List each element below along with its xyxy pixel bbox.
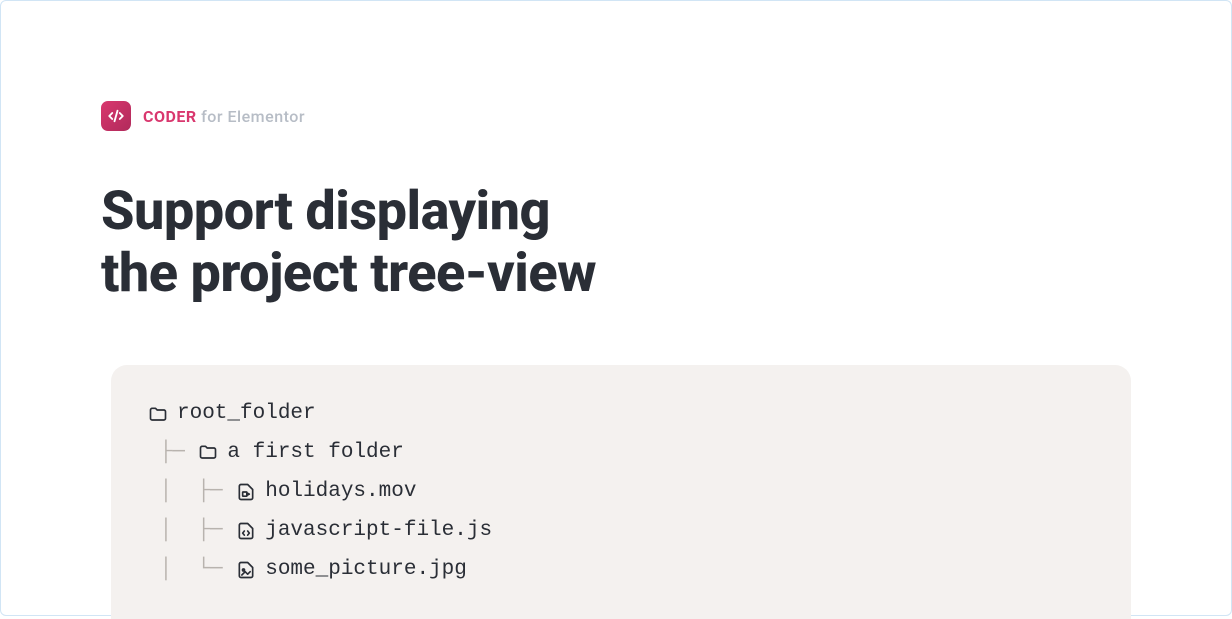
page-heading: Support displaying the project tree-view bbox=[101, 181, 1131, 305]
brand-text: CODER for Elementor bbox=[143, 107, 305, 126]
tree-root-label: root_folder bbox=[177, 395, 316, 434]
tree-branch-icon: │ ├─ bbox=[147, 473, 235, 512]
folder-icon bbox=[147, 405, 169, 425]
tree-view-panel: root_folder ├─ a first folder │ ├─ holid… bbox=[111, 365, 1131, 619]
tree-branch-icon: │ └─ bbox=[147, 551, 235, 590]
heading-line-2: the project tree-view bbox=[101, 242, 596, 305]
tree-root-row: root_folder bbox=[147, 395, 1095, 434]
video-file-icon bbox=[235, 482, 257, 502]
tree-folder-label: a first folder bbox=[227, 434, 403, 473]
tree-file-label: some_picture.jpg bbox=[265, 551, 467, 590]
image-file-icon bbox=[235, 560, 257, 580]
brand-for-label: for Elementor bbox=[197, 107, 305, 126]
folder-icon bbox=[197, 443, 219, 463]
tree-file-label: javascript-file.js bbox=[265, 512, 492, 551]
tree-branch-icon: ├─ bbox=[147, 434, 197, 473]
brand-logo-icon bbox=[101, 101, 131, 131]
heading-line-1: Support displaying bbox=[101, 180, 550, 243]
tree-file-row: │ ├─ holidays.mov bbox=[147, 473, 1095, 512]
tree-file-row: │ ├─ javascript-file.js bbox=[147, 512, 1095, 551]
brand-coder-label: CODER bbox=[143, 107, 197, 126]
tree-branch-icon: │ ├─ bbox=[147, 512, 235, 551]
brand-row: CODER for Elementor bbox=[101, 101, 1131, 131]
tree-file-label: holidays.mov bbox=[265, 473, 416, 512]
code-file-icon bbox=[235, 521, 257, 541]
tree-folder-row: ├─ a first folder bbox=[147, 434, 1095, 473]
tree-file-row: │ └─ some_picture.jpg bbox=[147, 551, 1095, 590]
